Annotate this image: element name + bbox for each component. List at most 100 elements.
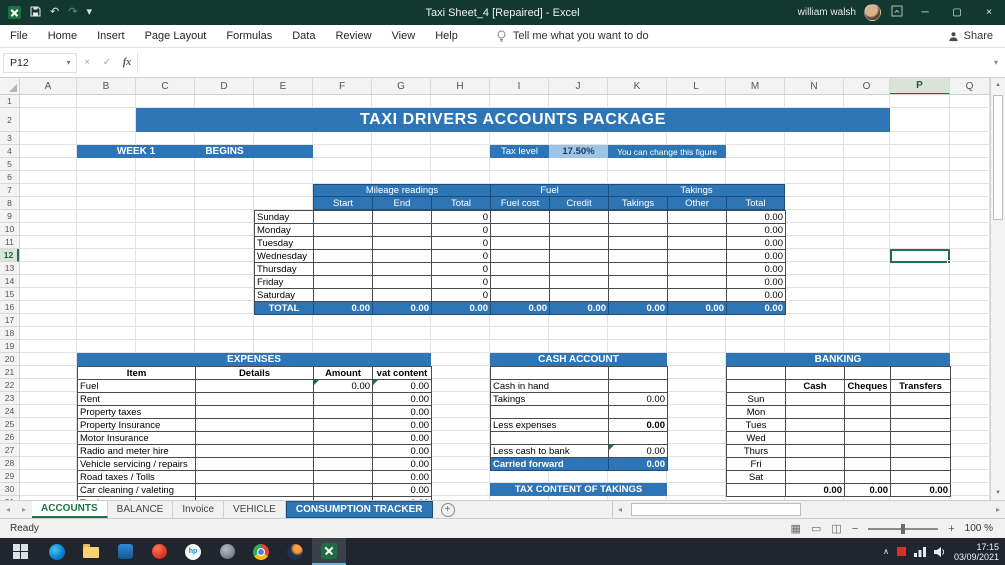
minimize-button[interactable]: ─ xyxy=(909,0,941,25)
col-header-start[interactable]: Start xyxy=(314,197,373,209)
zoom-slider[interactable] xyxy=(868,523,939,534)
day-total-cell[interactable]: 0.00 xyxy=(726,249,786,263)
row-header[interactable]: 30 xyxy=(0,483,19,496)
total-cell[interactable]: 0.00 xyxy=(608,301,668,315)
volume-icon[interactable] xyxy=(933,546,946,557)
expense-details-cell[interactable] xyxy=(195,392,315,406)
total-cell[interactable]: 0.00 xyxy=(372,301,432,315)
row-header[interactable]: 12 xyxy=(0,249,19,262)
total-cell[interactable]: 0.00 xyxy=(667,301,727,315)
cell[interactable] xyxy=(890,418,951,432)
cell[interactable] xyxy=(844,470,891,484)
expense-details-cell[interactable] xyxy=(195,418,315,432)
zoom-out-icon[interactable]: − xyxy=(852,523,858,535)
cell[interactable] xyxy=(890,457,951,471)
cell[interactable] xyxy=(372,249,432,263)
cell[interactable] xyxy=(608,262,668,276)
cell[interactable] xyxy=(844,444,891,458)
row-header[interactable]: 11 xyxy=(0,236,19,249)
cell[interactable] xyxy=(844,418,891,432)
column-header[interactable]: O xyxy=(844,78,890,94)
zoom-slider-thumb[interactable] xyxy=(901,523,906,534)
expense-item-cell[interactable]: Rent xyxy=(76,392,197,406)
banking-day-cell[interactable]: Thurs xyxy=(726,444,786,458)
expense-vat-cell[interactable]: 0.00 xyxy=(372,392,433,406)
name-box-dropdown-icon[interactable]: ▾ xyxy=(61,58,76,67)
day-total-cell[interactable]: 0.00 xyxy=(726,236,786,250)
banking-total-transfers[interactable]: 0.00 xyxy=(890,483,951,497)
cell[interactable] xyxy=(667,249,727,263)
day-label-cell[interactable]: Friday xyxy=(254,275,314,289)
day-label-cell[interactable]: Wednesday xyxy=(254,249,314,263)
col-header-credit[interactable]: Credit xyxy=(550,197,609,209)
row-header[interactable]: 25 xyxy=(0,418,19,431)
ribbon-tab[interactable]: Formulas xyxy=(216,25,282,47)
column-header[interactable]: I xyxy=(490,78,549,94)
expense-amount-cell[interactable] xyxy=(313,457,374,471)
close-button[interactable]: × xyxy=(973,0,1005,25)
expense-item-cell[interactable]: Car cleaning / valeting xyxy=(76,483,197,497)
expense-amount-cell[interactable] xyxy=(313,483,374,497)
banking-header-cheques[interactable]: Cheques xyxy=(844,379,891,393)
banking-header-cash[interactable]: Cash xyxy=(785,379,845,393)
cell[interactable] xyxy=(372,262,432,276)
cell[interactable] xyxy=(313,275,373,289)
cell[interactable] xyxy=(490,275,550,289)
expand-formula-bar-icon[interactable]: ▾ xyxy=(987,58,1005,67)
cell[interactable] xyxy=(549,210,609,224)
maximize-button[interactable]: ▢ xyxy=(941,0,973,25)
vertical-scrollbar-thumb[interactable] xyxy=(993,95,1003,220)
ribbon-tab[interactable]: Data xyxy=(282,25,325,47)
banking-day-cell[interactable]: Sun xyxy=(726,392,786,406)
expense-amount-cell[interactable] xyxy=(313,405,374,419)
row-header[interactable]: 7 xyxy=(0,184,19,197)
column-header[interactable]: G xyxy=(372,78,431,94)
edge-icon[interactable] xyxy=(40,538,74,565)
row-header[interactable]: 6 xyxy=(0,171,19,184)
sheet-nav-right-icon[interactable]: ▸ xyxy=(16,501,32,518)
ribbon-tab[interactable]: Review xyxy=(325,25,381,47)
tell-me-box[interactable]: Tell me what you want to do xyxy=(496,30,649,43)
day-label-cell[interactable]: Sunday xyxy=(254,210,314,224)
row-header[interactable]: 19 xyxy=(0,340,19,353)
cell[interactable] xyxy=(549,275,609,289)
cell[interactable] xyxy=(549,288,609,302)
banking-day-cell[interactable]: Sat xyxy=(726,470,786,484)
cash-value-cell[interactable] xyxy=(608,405,668,419)
expense-vat-cell[interactable]: 0.00 xyxy=(372,444,433,458)
cell[interactable] xyxy=(372,210,432,224)
mileage-total-cell[interactable]: 0 xyxy=(431,223,491,237)
cell[interactable] xyxy=(667,210,727,224)
total-cell[interactable]: 0.00 xyxy=(726,301,786,315)
sheet-tab[interactable]: VEHICLE xyxy=(224,501,286,518)
expenses-header-vat[interactable]: vat content xyxy=(372,366,433,380)
expense-vat-cell[interactable]: 0.00 xyxy=(372,457,433,471)
cell[interactable] xyxy=(490,223,550,237)
expense-vat-cell[interactable]: 0.00 xyxy=(372,483,433,497)
row-header[interactable]: 20 xyxy=(0,353,19,366)
cell[interactable] xyxy=(549,262,609,276)
row-header[interactable]: 8 xyxy=(0,197,19,210)
zoom-in-icon[interactable]: + xyxy=(948,523,954,535)
cell[interactable] xyxy=(844,392,891,406)
day-total-cell[interactable]: 0.00 xyxy=(726,223,786,237)
cell[interactable] xyxy=(667,275,727,289)
page-layout-view-icon[interactable]: ▭ xyxy=(811,522,821,535)
cell[interactable] xyxy=(726,483,786,497)
col-header-total[interactable]: Total xyxy=(432,197,491,209)
file-explorer-icon[interactable] xyxy=(74,538,108,565)
start-button[interactable] xyxy=(0,538,40,565)
row-header[interactable]: 9 xyxy=(0,210,19,223)
day-label-cell[interactable]: Saturday xyxy=(254,288,314,302)
expense-item-cell[interactable]: Fuel xyxy=(76,379,197,393)
cell[interactable] xyxy=(890,405,951,419)
row-header[interactable]: 27 xyxy=(0,444,19,457)
cell[interactable] xyxy=(372,288,432,302)
cash-label-cell[interactable]: Less expenses xyxy=(490,418,609,432)
column-header[interactable]: Q xyxy=(950,78,990,94)
column-header[interactable]: M xyxy=(726,78,785,94)
expense-item-cell[interactable]: Motor Insurance xyxy=(76,431,197,445)
firefox-icon[interactable] xyxy=(278,538,312,565)
expense-details-cell[interactable] xyxy=(195,431,315,445)
cell[interactable] xyxy=(372,275,432,289)
